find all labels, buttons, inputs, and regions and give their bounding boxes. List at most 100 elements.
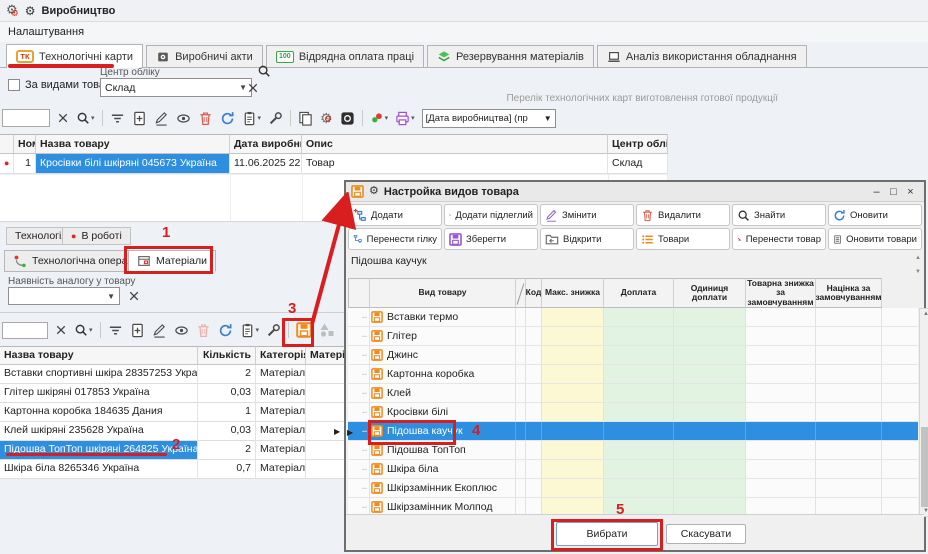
cancel-button[interactable]: Скасувати (666, 524, 746, 544)
col-header[interactable]: Код (526, 278, 542, 308)
tab-piecework-pay[interactable]: 100 Відрядна оплата праці (266, 45, 424, 67)
add-button[interactable]: Додати (348, 204, 442, 226)
col-header[interactable]: Кількість (198, 346, 256, 365)
col-header[interactable]: Вид товару (370, 278, 516, 308)
col-header[interactable]: Категорія (256, 346, 306, 365)
scroll-up-icon[interactable]: ▲ (915, 255, 921, 261)
move-branch-button[interactable]: Перенести гілку (348, 228, 442, 250)
table-row[interactable]: ● 1 Кросівки білі шкіряні 045673 Україна… (0, 154, 668, 174)
tech-operation-icon (13, 254, 27, 268)
delete-icon[interactable] (198, 111, 213, 126)
edit-icon[interactable] (154, 111, 169, 126)
type-row[interactable]: ╌Глітер (348, 327, 918, 346)
materials-edit-icon[interactable] (152, 323, 167, 338)
sort-indicator[interactable] (516, 278, 526, 308)
tab-label: Резервування матеріалів (456, 51, 584, 63)
materials-delete-icon[interactable] (196, 323, 211, 338)
in-progress-chip[interactable]: ● В роботі (62, 227, 131, 245)
col-header[interactable]: Матеріал (306, 346, 346, 365)
materials-tools-icon[interactable] (266, 323, 281, 338)
analog-combo[interactable]: ▼ (8, 287, 120, 305)
move-product-button[interactable]: Перенести товар (732, 228, 826, 250)
tab-production-acts[interactable]: Виробничі акти (146, 45, 263, 67)
open-button[interactable]: Відкрити (540, 228, 634, 250)
col-header[interactable]: Дата виробництва (230, 134, 302, 154)
table-row[interactable]: Картонна коробка 184635 Дания1Матеріал (0, 403, 346, 422)
col-header[interactable]: Назва товару (0, 346, 198, 365)
tab-reserve-materials[interactable]: Резервування матеріалів (427, 45, 594, 67)
refresh-products-button[interactable]: Оновити товари (828, 228, 922, 250)
table-row[interactable]: Шкіра біла 8265346 Україна0,7Матеріал (0, 460, 346, 479)
filter-icon[interactable] (110, 111, 125, 126)
search-menu-icon[interactable]: ▾ (76, 111, 95, 125)
scroll-down-icon[interactable]: ▼ (915, 269, 921, 275)
status-col-header[interactable] (0, 134, 14, 154)
annotation-rect-materials-tab (124, 246, 213, 274)
col-header[interactable]: Доплата (604, 278, 674, 308)
materials-search-input[interactable] (2, 322, 48, 339)
col-header[interactable]: Націнка за замовчуванням (816, 278, 882, 308)
quick-search-input[interactable] (2, 109, 50, 127)
type-row[interactable]: ╌Шкіра біла (348, 460, 918, 479)
cell-name[interactable]: Кросівки білі шкіряні 045673 Україна (36, 154, 230, 174)
col-header[interactable]: Назва товару (36, 134, 230, 154)
sort-value: [Дата виробництва] (пр (426, 113, 528, 124)
by-product-type-checkbox[interactable] (8, 79, 20, 91)
materials-clear-search-icon[interactable] (55, 324, 67, 336)
edit-button[interactable]: Змінити (540, 204, 634, 226)
col-header[interactable]: Номер (14, 134, 36, 154)
products-button[interactable]: Товари (636, 228, 730, 250)
center-account-combo[interactable]: Склад▼ (100, 78, 252, 97)
tools-icon[interactable] (268, 111, 283, 126)
maximize-button[interactable]: □ (885, 186, 902, 198)
type-row[interactable]: ╌Картонна коробка (348, 365, 918, 384)
col-header[interactable]: Макс. знижка (542, 278, 604, 308)
add-icon[interactable] (132, 111, 147, 126)
status-colors-icon[interactable]: ▾ (370, 111, 389, 125)
delete-button[interactable]: Видалити (636, 204, 730, 226)
dialog-scrollbar[interactable]: ▲ ▼ (919, 308, 928, 517)
add-child-button[interactable]: Додати підлеглий (444, 204, 538, 226)
type-row[interactable]: ╌Вставки термо (348, 308, 918, 327)
print-icon[interactable]: ▾ (395, 111, 415, 126)
clear-search-icon[interactable] (57, 112, 69, 124)
paste-menu-icon[interactable]: ▾ (242, 111, 262, 126)
materials-refresh-icon[interactable] (218, 323, 233, 338)
col-header[interactable]: Центр обліку (608, 134, 668, 154)
type-row[interactable]: ╌Джинс (348, 346, 918, 365)
search-icon[interactable] (257, 64, 271, 78)
scrollbar-thumb[interactable] (921, 427, 928, 507)
menu-settings[interactable]: Налаштування (8, 26, 84, 38)
type-row[interactable]: ╌Шкірзамінник Екоплюс (348, 479, 918, 498)
scroll-up-icon[interactable]: ▲ (923, 311, 928, 317)
tab-equipment-analysis[interactable]: Аналіз використання обладнання (597, 45, 807, 67)
annotation-arrow (300, 192, 356, 332)
table-row[interactable]: Глітер шкіряні 017853 Україна0,03Матеріа… (0, 384, 346, 403)
refresh-icon[interactable] (220, 111, 235, 126)
clear-filter-icon[interactable] (247, 82, 259, 94)
save-button[interactable]: Зберегти (444, 228, 538, 250)
col-header[interactable]: Опис (302, 134, 608, 154)
refresh-button[interactable]: Оновити (828, 204, 922, 226)
col-header[interactable]: Товарна знижка за замовчуванням (746, 278, 816, 308)
materials-view-icon[interactable] (174, 323, 189, 338)
analog-clear-icon[interactable] (128, 290, 140, 302)
row-pointer-icon: ▶ (334, 427, 340, 436)
find-button[interactable]: Знайти (732, 204, 826, 226)
materials-add-icon[interactable] (130, 323, 145, 338)
copy-icon[interactable] (298, 111, 313, 126)
dialog-title-bar[interactable]: ⚙ Настройка видов товара – □ × (346, 182, 924, 202)
view-icon[interactable] (176, 111, 191, 126)
black-box-icon[interactable] (340, 111, 355, 126)
table-row[interactable]: Вставки спортивні шкіра 28357253 Україна… (0, 365, 346, 384)
type-row[interactable]: ╌Клей (348, 384, 918, 403)
col-header[interactable]: Одиниця доплати (674, 278, 746, 308)
materials-paste-menu-icon[interactable]: ▾ (240, 323, 260, 338)
close-button[interactable]: × (902, 186, 919, 198)
minimize-button[interactable]: – (868, 186, 885, 198)
materials-search-menu-icon[interactable]: ▾ (74, 323, 93, 337)
materials-filter-icon[interactable] (108, 323, 123, 338)
floppy-icon (371, 463, 383, 475)
process-settings-icon[interactable]: ⚙ (320, 110, 333, 127)
sort-combo[interactable]: [Дата виробництва] (пр▼ (422, 109, 556, 128)
